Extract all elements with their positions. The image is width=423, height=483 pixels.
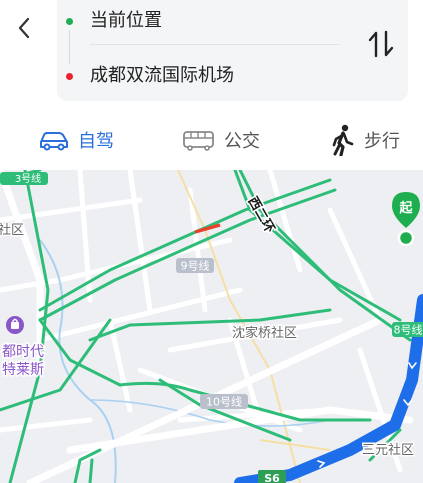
poi-label-line-2: 特莱斯 xyxy=(2,362,44,378)
tab-walk-label: 步行 xyxy=(364,131,400,152)
destination-text: 成都双流国际机场 xyxy=(90,65,234,86)
walk-icon xyxy=(332,124,354,156)
origin-dot-icon xyxy=(66,18,73,25)
swap-button[interactable] xyxy=(365,24,397,64)
svg-text:8号线: 8号线 xyxy=(394,323,423,337)
metro-8-label: 8号线 xyxy=(392,322,423,337)
origin-row[interactable]: 当前位置 xyxy=(57,3,347,43)
svg-text:10号线: 10号线 xyxy=(206,395,242,409)
destination-dot-icon xyxy=(66,73,73,80)
tab-bus[interactable]: 公交 xyxy=(182,120,260,160)
back-button[interactable] xyxy=(8,8,40,44)
minor-streets xyxy=(0,170,403,473)
svg-text:3号线: 3号线 xyxy=(15,172,41,185)
district-label-sanyuan: 三元社区 xyxy=(362,442,414,458)
start-marker[interactable]: 起 xyxy=(392,192,420,247)
route-divider xyxy=(90,44,340,45)
poi-marker[interactable] xyxy=(6,316,24,334)
swap-icon xyxy=(368,30,394,58)
map-view[interactable]: 9号线 10号线 8号线 3号线 西二环 沈家桥社区 三元社区 社区 都时代 特… xyxy=(0,170,423,483)
metro-3-label: 3号线 xyxy=(0,172,48,185)
tab-drive-label: 自驾 xyxy=(78,131,114,152)
svg-text:S6: S6 xyxy=(264,472,280,483)
poi-label-line-1: 都时代 xyxy=(2,344,44,360)
bus-icon xyxy=(183,131,214,151)
metro-10-label: 10号线 xyxy=(200,394,248,409)
svg-text:9号线: 9号线 xyxy=(181,259,210,273)
destination-row[interactable]: 成都双流国际机场 xyxy=(57,58,347,98)
district-label-edge: 社区 xyxy=(0,222,24,238)
highway-shield: S6 xyxy=(258,470,286,483)
tab-walk[interactable]: 步行 xyxy=(330,120,400,160)
svg-text:起: 起 xyxy=(398,200,413,216)
chevron-left-icon xyxy=(18,17,30,39)
car-icon xyxy=(40,132,68,151)
metro-9-label: 9号线 xyxy=(176,258,214,273)
district-label-shenjiaqiao: 沈家桥社区 xyxy=(232,325,297,341)
route-card: 当前位置 成都双流国际机场 xyxy=(57,0,408,101)
tab-drive[interactable]: 自驾 xyxy=(38,120,114,160)
origin-text: 当前位置 xyxy=(90,10,162,31)
tab-bus-label: 公交 xyxy=(224,131,260,152)
map-canvas: 9号线 10号线 8号线 3号线 西二环 沈家桥社区 三元社区 社区 都时代 特… xyxy=(0,170,423,483)
